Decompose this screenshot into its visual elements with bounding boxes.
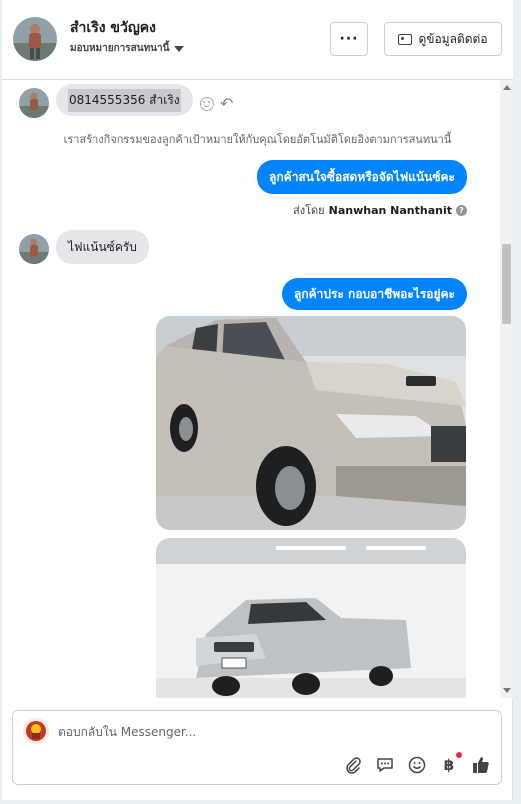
question-icon[interactable]: ? bbox=[456, 204, 467, 216]
attach-icon bbox=[346, 757, 361, 774]
more-icon: ··· bbox=[339, 31, 359, 47]
incoming-message-bubble[interactable]: 0814555356 สำเริง bbox=[56, 84, 193, 116]
reply-input[interactable] bbox=[58, 725, 458, 739]
message-thread[interactable]: 0814555356 สำเริง ↶ เราสร้างกิจกรรมของลู… bbox=[2, 80, 513, 698]
scrollbar-thumb[interactable] bbox=[502, 244, 511, 324]
assign-conversation-label: มอบหมายการสนทนานี้ bbox=[70, 43, 170, 54]
incoming-message-text: ไฟแน้นซ์ครับ bbox=[68, 239, 137, 254]
contact-name: สำเริง ขวัญคง bbox=[70, 20, 156, 36]
incoming-message-bubble[interactable]: ไฟแน้นซ์ครับ bbox=[56, 230, 149, 264]
saved-reply-icon bbox=[377, 758, 393, 772]
attach-button[interactable] bbox=[343, 755, 363, 775]
sent-by-prefix: ส่งโดย bbox=[293, 204, 325, 217]
emoji-icon bbox=[408, 756, 426, 774]
messenger-conversation-panel: สำเริง ขวัญคง มอบหมายการสนทนานี้ ··· ดูข… bbox=[2, 0, 513, 800]
sent-by-label: ส่งโดย Nanwhan Nanthanit ? bbox=[293, 201, 467, 219]
system-note: เราสร้างกิจกรรมของลูกค้าเป้าหมายให้กับคุ… bbox=[63, 133, 452, 146]
saved-reply-button[interactable] bbox=[375, 755, 395, 775]
reply-icon[interactable]: ↶ bbox=[220, 96, 233, 112]
emoji-button[interactable] bbox=[407, 755, 427, 775]
page-avatar bbox=[23, 718, 49, 744]
like-icon bbox=[473, 757, 489, 773]
like-button[interactable] bbox=[471, 755, 491, 775]
payment-button[interactable]: ฿ bbox=[439, 752, 462, 775]
caret-down-icon bbox=[174, 45, 185, 52]
contact-card-icon bbox=[398, 33, 413, 45]
sender-avatar bbox=[19, 88, 49, 118]
composer-toolbar: ฿ bbox=[343, 752, 491, 775]
outgoing-message-bubble[interactable]: ลูกค้าสนใจซื้อสดหรือจัดไฟแน้นซ์คะ bbox=[257, 160, 467, 194]
view-contact-button[interactable]: ดูข้อมูลติดต่อ bbox=[384, 22, 502, 56]
car-photo-2[interactable] bbox=[156, 538, 466, 698]
scroll-down-arrow-icon[interactable] bbox=[503, 688, 511, 693]
sender-avatar bbox=[19, 234, 49, 264]
conversation-header: สำเริง ขวัญคง มอบหมายการสนทนานี้ ··· ดูข… bbox=[2, 0, 513, 80]
notification-dot bbox=[456, 752, 462, 758]
reply-composer: ฿ bbox=[12, 710, 502, 785]
baht-icon: ฿ bbox=[443, 756, 455, 774]
message-scrollbar[interactable] bbox=[500, 80, 513, 698]
scroll-up-arrow-icon[interactable] bbox=[503, 85, 511, 90]
outgoing-message-bubble[interactable]: ลูกค้าประ กอบอาชีพอะไรอยู่คะ bbox=[281, 278, 467, 310]
contact-avatar[interactable] bbox=[13, 17, 57, 61]
outgoing-message-text: ลูกค้าสนใจซื้อสดหรือจัดไฟแน้นซ์คะ bbox=[269, 169, 455, 184]
assign-conversation-dropdown[interactable]: มอบหมายการสนทนานี้ bbox=[70, 41, 185, 56]
view-contact-label: ดูข้อมูลติดต่อ bbox=[418, 31, 488, 46]
smile-icon[interactable] bbox=[200, 97, 214, 111]
car-photo-1[interactable] bbox=[156, 316, 466, 530]
more-options-button[interactable]: ··· bbox=[330, 22, 368, 56]
outgoing-message-text: ลูกค้าประ กอบอาชีพอะไรอยู่คะ bbox=[293, 286, 455, 301]
sent-by-name: Nanwhan Nanthanit bbox=[328, 203, 452, 217]
message-actions: ↶ bbox=[200, 96, 233, 112]
incoming-message-text: 0814555356 สำเริง bbox=[68, 88, 181, 112]
